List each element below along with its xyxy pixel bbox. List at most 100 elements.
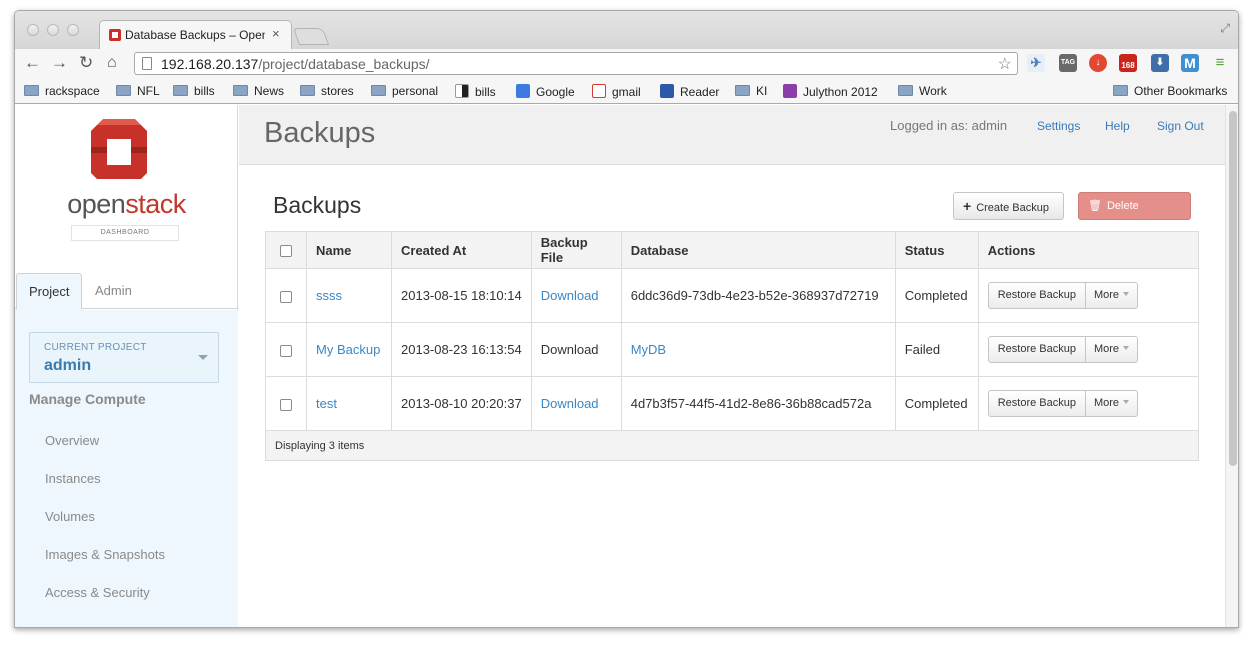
delete-backups-button[interactable]: 🗑Delete Backups: [1078, 192, 1191, 238]
restore-backup-button[interactable]: Restore Backup: [989, 391, 1086, 416]
sidebar-item-images-snapshots[interactable]: Images & Snapshots: [45, 547, 165, 562]
download-link[interactable]: Download: [530, 376, 622, 431]
sidebar: openstack DASHBOARD Project Admin CURREN…: [15, 105, 238, 627]
table-row: My Backup 2013-08-23 16:13:54 Download M…: [265, 322, 1200, 377]
brand-subtitle: DASHBOARD: [71, 225, 179, 241]
chevron-down-icon: [198, 355, 208, 360]
reload-icon[interactable]: ↻: [79, 53, 93, 73]
chrome-menu-icon[interactable]: ≡: [1211, 54, 1229, 72]
database-id: 6ddc36d9-73db-4e23-b52e-368937d72719: [620, 268, 896, 323]
col-created-at[interactable]: Created At: [391, 231, 532, 269]
bookmark-stores[interactable]: stores: [300, 84, 354, 98]
row-checkbox[interactable]: [280, 290, 292, 303]
bookmark-nfl[interactable]: NFL: [116, 84, 160, 98]
bookmark-star-icon[interactable]: ☆: [998, 54, 1012, 74]
close-window-button[interactable]: [27, 24, 39, 36]
zoom-window-button[interactable]: [67, 24, 79, 36]
settings-link[interactable]: Settings: [1037, 119, 1080, 133]
bookmark-personal[interactable]: personal: [371, 84, 438, 98]
col-status[interactable]: Status: [894, 231, 979, 269]
bookmark-google[interactable]: Google: [516, 84, 575, 99]
main-panel: Backups Logged in as: admin Settings Hel…: [239, 105, 1225, 627]
bookmark-rackspace[interactable]: rackspace: [24, 84, 100, 98]
restore-backup-button[interactable]: Restore Backup: [989, 337, 1086, 362]
caret-down-icon: [1123, 400, 1130, 404]
scrollbar-thumb[interactable]: [1229, 111, 1237, 466]
bookmark-julython[interactable]: Julython 2012: [783, 84, 878, 99]
backup-name-link[interactable]: test: [306, 376, 392, 431]
tab-project[interactable]: Project: [16, 273, 83, 310]
vertical-scrollbar[interactable]: [1225, 105, 1238, 627]
folder-icon: [233, 85, 248, 96]
extension-bird-icon[interactable]: ✈: [1027, 54, 1045, 72]
home-icon[interactable]: ⌂: [107, 53, 117, 73]
col-database[interactable]: Database: [620, 231, 896, 269]
extension-block-icon[interactable]: ↓: [1089, 54, 1107, 72]
bookmark-reader[interactable]: Reader: [660, 84, 719, 99]
openstack-logo-icon: [91, 119, 147, 179]
browser-window: Database Backups – OpenS × ⤢ ← → ↻ ⌂ 192…: [14, 10, 1239, 628]
download-link[interactable]: Download: [530, 268, 622, 323]
bookmark-bills-delicious[interactable]: bills: [455, 84, 496, 99]
section-heading: Manage Compute: [29, 391, 146, 407]
status-text: Failed: [894, 322, 979, 377]
table-heading: Backups: [273, 192, 362, 218]
created-at: 2013-08-15 18:10:14: [391, 268, 532, 323]
address-bar[interactable]: 192.168.20.137/project/database_backups/…: [134, 52, 1018, 75]
bookmark-work[interactable]: Work: [898, 84, 947, 98]
url-text[interactable]: 192.168.20.137/project/database_backups/: [161, 56, 430, 72]
new-tab-button[interactable]: [292, 28, 330, 45]
page-content: openstack DASHBOARD Project Admin CURREN…: [15, 105, 1238, 627]
minimize-window-button[interactable]: [47, 24, 59, 36]
bookmark-ki[interactable]: KI: [735, 84, 767, 98]
database-link[interactable]: MyDB: [620, 322, 896, 377]
logged-in-text: Logged in as: admin: [890, 118, 1008, 133]
extension-tag-icon[interactable]: TAG: [1059, 54, 1077, 72]
google-icon: [516, 84, 530, 98]
sidebar-item-overview[interactable]: Overview: [45, 433, 99, 448]
brand-wordmark: openstack: [67, 189, 186, 219]
m-extension-icon[interactable]: M: [1181, 54, 1199, 72]
bookmark-news[interactable]: News: [233, 84, 284, 98]
help-link[interactable]: Help: [1105, 119, 1130, 133]
created-at: 2013-08-23 16:13:54: [391, 322, 532, 377]
item-count: Displaying 3 items: [265, 430, 1199, 461]
sidebar-item-access-security[interactable]: Access & Security: [45, 585, 150, 600]
tab-close-icon[interactable]: ×: [272, 26, 280, 41]
folder-icon: [371, 85, 386, 96]
row-checkbox[interactable]: [280, 344, 292, 357]
project-switcher[interactable]: CURRENT PROJECT admin: [29, 332, 219, 383]
backup-name-link[interactable]: ssss: [306, 268, 392, 323]
download-extension-icon[interactable]: ⬇: [1151, 54, 1169, 72]
more-dropdown-button[interactable]: More: [1086, 283, 1137, 308]
more-dropdown-button[interactable]: More: [1086, 337, 1137, 362]
restore-backup-button[interactable]: Restore Backup: [989, 283, 1086, 308]
gmail-notifier-icon[interactable]: 168: [1119, 54, 1137, 72]
sidebar-item-instances[interactable]: Instances: [45, 471, 101, 486]
other-bookmarks[interactable]: Other Bookmarks: [1113, 84, 1227, 98]
forward-arrow-icon[interactable]: →: [51, 53, 68, 73]
more-dropdown-button[interactable]: More: [1086, 391, 1137, 416]
create-backup-button[interactable]: + Create Backup: [953, 192, 1064, 220]
bookmark-bills[interactable]: bills: [173, 84, 215, 98]
col-name[interactable]: Name: [306, 231, 392, 269]
status-text: Completed: [894, 376, 979, 431]
row-checkbox[interactable]: [280, 398, 292, 411]
col-backup-file[interactable]: Backup File: [530, 231, 622, 269]
tab-admin[interactable]: Admin: [83, 273, 144, 310]
download-text: Download: [530, 322, 622, 377]
browser-toolbar: ← → ↻ ⌂ 192.168.20.137/project/database_…: [15, 49, 1238, 79]
caret-down-icon: [1123, 292, 1130, 296]
backup-name-link[interactable]: My Backup: [306, 322, 392, 377]
back-arrow-icon[interactable]: ←: [24, 53, 41, 73]
delicious-icon: [455, 84, 469, 98]
select-all-checkbox[interactable]: [280, 245, 292, 258]
sidebar-item-volumes[interactable]: Volumes: [45, 509, 95, 524]
reader-icon: [660, 84, 674, 98]
browser-tab-active[interactable]: Database Backups – OpenS ×: [99, 20, 292, 49]
select-all-cell: [265, 231, 307, 269]
folder-icon: [1113, 85, 1128, 96]
fullscreen-icon[interactable]: ⤢: [1220, 21, 1230, 36]
bookmark-gmail[interactable]: gmail: [592, 84, 641, 99]
sign-out-link[interactable]: Sign Out: [1157, 119, 1204, 133]
